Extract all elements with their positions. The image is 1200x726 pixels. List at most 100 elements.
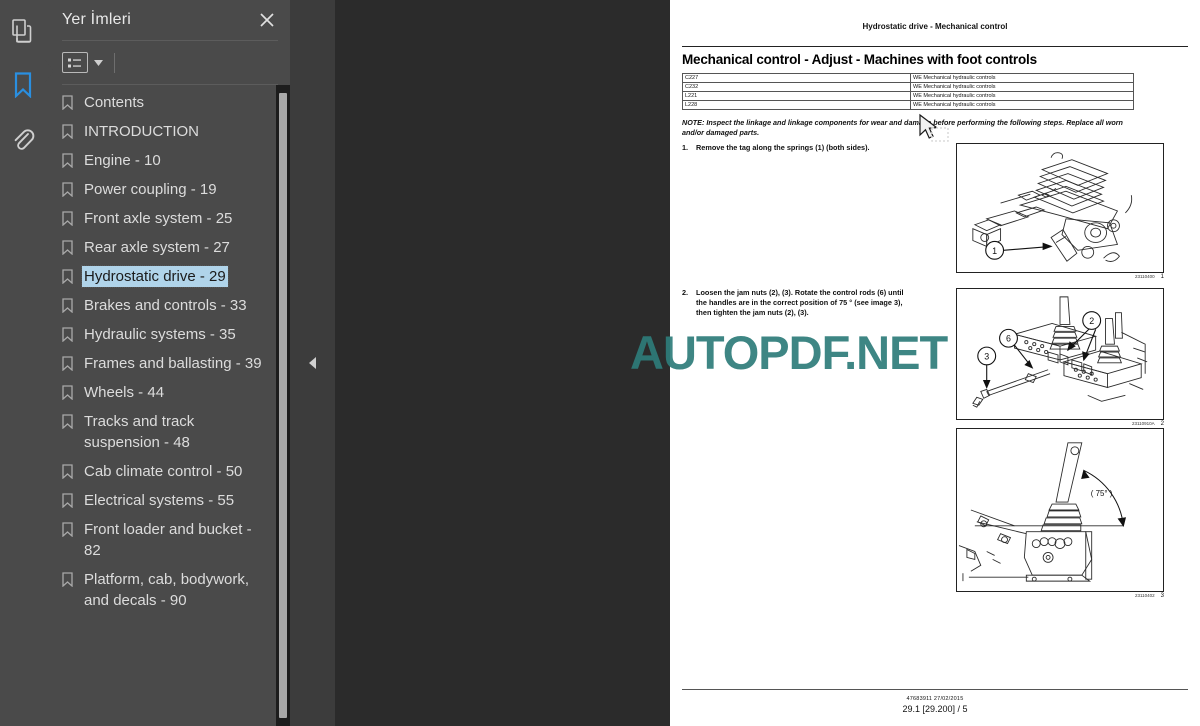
figure-2: 2 6 3 bbox=[956, 288, 1164, 420]
pages-icon[interactable] bbox=[6, 14, 40, 48]
svg-text:1: 1 bbox=[992, 246, 997, 256]
bookmark-item[interactable]: Front axle system - 25 bbox=[62, 204, 284, 233]
bookmark-label: Wheels - 44 bbox=[84, 384, 165, 401]
figure-2-caption: 23110910A 2 bbox=[956, 421, 1164, 427]
sidebar-icon-rail bbox=[0, 0, 54, 726]
bookmark-label: Front axle system - 25 bbox=[84, 210, 233, 227]
description-cell: WE Mechanical hydraulic controls bbox=[910, 100, 1134, 110]
footer-page-ref: 29.1 [29.200] / 5 bbox=[902, 704, 968, 714]
bookmark-icon[interactable] bbox=[6, 68, 40, 102]
pdf-page: Hydrostatic drive - Mechanical control M… bbox=[670, 0, 1200, 726]
figure-2-code: 23110910A bbox=[1131, 421, 1155, 426]
bookmark-item[interactable]: INTRODUCTION bbox=[62, 117, 284, 146]
page-footer: 47683911 27/02/2015 29.1 [29.200] / 5 bbox=[670, 696, 1200, 714]
bookmark-label: INTRODUCTION bbox=[84, 123, 199, 140]
pdf-reader-window: Yer İmleri Contents INTRODUCTION Engine … bbox=[0, 0, 1200, 726]
step-1-text: Remove the tag along the springs (1) (bo… bbox=[696, 143, 870, 152]
table-row: L221 WE Mechanical hydraulic controls bbox=[682, 91, 1134, 101]
figure-1: 1 bbox=[956, 143, 1164, 273]
list-options-icon[interactable] bbox=[62, 52, 88, 73]
bookmark-label: Frames and ballasting - 39 bbox=[84, 355, 262, 372]
bookmark-label: Cab climate control - 50 bbox=[84, 463, 243, 480]
bookmark-label: Hydrostatic drive - 29 bbox=[81, 265, 229, 288]
bookmarks-scroll-area[interactable]: Contents INTRODUCTION Engine - 10 Power cou… bbox=[45, 85, 290, 726]
bookmark-label: Front loader and bucket - 82 bbox=[84, 521, 252, 559]
bookmark-item[interactable]: Brakes and controls - 33 bbox=[62, 291, 284, 320]
bookmark-item[interactable]: Hydrostatic drive - 29 bbox=[62, 262, 284, 291]
svg-text:2: 2 bbox=[1089, 316, 1094, 326]
panel-title: Yer İmleri bbox=[62, 11, 131, 28]
figure-3-caption: 23110402 3 bbox=[956, 593, 1164, 599]
bookmark-icon bbox=[62, 266, 84, 284]
heading-rule bbox=[682, 46, 1188, 47]
active-panel-notch bbox=[45, 60, 54, 82]
bookmark-label: Contents bbox=[84, 94, 145, 111]
bookmark-item[interactable]: Platform, cab, bodywork, and decals - 90 bbox=[62, 565, 284, 615]
footer-doc-id: 47683911 27/02/2015 bbox=[906, 696, 964, 702]
table-row: C227 WE Mechanical hydraulic controls bbox=[682, 73, 1134, 83]
bookmarks-toolbar bbox=[45, 41, 290, 84]
figure-1-code: 23110400 bbox=[1134, 274, 1155, 279]
step-2-number: 2. bbox=[682, 288, 689, 297]
document-content: Hydrostatic drive - Mechanical control M… bbox=[670, 0, 1200, 726]
bookmark-item[interactable]: Tracks and track suspension - 48 bbox=[62, 407, 284, 457]
description-cell: WE Mechanical hydraulic controls bbox=[910, 73, 1134, 83]
bookmarks-panel-header: Yer İmleri bbox=[45, 0, 290, 40]
bookmark-icon bbox=[62, 461, 84, 479]
bookmark-icon bbox=[62, 324, 84, 342]
bookmark-icon bbox=[62, 295, 84, 313]
chevron-left-icon bbox=[309, 357, 316, 369]
collapse-sidebar-button[interactable] bbox=[290, 0, 335, 726]
note-text: NOTE: Inspect the linkage and linkage co… bbox=[682, 118, 1123, 137]
bookmark-item[interactable]: Frames and ballasting - 39 bbox=[62, 349, 284, 378]
bookmark-label: Power coupling - 19 bbox=[84, 181, 217, 198]
close-icon[interactable] bbox=[256, 9, 278, 31]
attachment-icon[interactable] bbox=[6, 122, 40, 156]
step-1: 1. Remove the tag along the springs (1) … bbox=[682, 143, 914, 153]
models-table: C227 WE Mechanical hydraulic controls C232… bbox=[682, 73, 1134, 110]
step-1-number: 1. bbox=[682, 143, 689, 152]
bookmarks-scrollbar[interactable] bbox=[276, 85, 290, 726]
pdf-viewer[interactable]: Hydrostatic drive - Mechanical control M… bbox=[335, 0, 1200, 726]
description-cell: WE Mechanical hydraulic controls bbox=[910, 82, 1134, 92]
description-cell: WE Mechanical hydraulic controls bbox=[910, 91, 1134, 101]
bookmark-item[interactable]: Wheels - 44 bbox=[62, 378, 284, 407]
bookmark-item[interactable]: Electrical systems - 55 bbox=[62, 486, 284, 515]
model-cell: L228 bbox=[682, 100, 911, 110]
figure-3: ( 75° ) bbox=[956, 428, 1164, 592]
bookmark-label: Hydraulic systems - 35 bbox=[84, 326, 236, 343]
figure-2-index: 2 bbox=[1160, 421, 1164, 427]
bookmark-label: Electrical systems - 55 bbox=[84, 492, 235, 509]
step-2: 2. Loosen the jam nuts (2), (3). Rotate … bbox=[682, 288, 914, 318]
bookmarks-list: Contents INTRODUCTION Engine - 10 Power cou… bbox=[62, 85, 284, 615]
bookmark-item[interactable]: Cab climate control - 50 bbox=[62, 457, 284, 486]
bookmark-label: Rear axle system - 27 bbox=[84, 239, 230, 256]
bookmark-item[interactable]: Hydraulic systems - 35 bbox=[62, 320, 284, 349]
scrollbar-thumb[interactable] bbox=[279, 93, 287, 718]
figure-3-index: 3 bbox=[1160, 593, 1164, 599]
bookmark-icon bbox=[62, 411, 84, 429]
model-cell: L221 bbox=[682, 91, 911, 101]
bookmark-item[interactable]: Contents bbox=[62, 88, 284, 117]
svg-text:3: 3 bbox=[984, 351, 989, 361]
bookmark-label: Brakes and controls - 33 bbox=[84, 297, 247, 314]
bookmark-icon bbox=[62, 179, 84, 197]
footer-rule bbox=[682, 689, 1188, 690]
bookmark-icon bbox=[62, 382, 84, 400]
toolbar-divider bbox=[114, 52, 115, 73]
bookmark-item[interactable]: Rear axle system - 27 bbox=[62, 233, 284, 262]
table-row: C232 WE Mechanical hydraulic controls bbox=[682, 82, 1134, 92]
figure-3-code: 23110402 bbox=[1134, 593, 1155, 598]
table-row: L228 WE Mechanical hydraulic controls bbox=[682, 100, 1134, 110]
bookmark-icon bbox=[62, 208, 84, 226]
bookmark-icon bbox=[62, 490, 84, 508]
bookmark-icon bbox=[62, 150, 84, 168]
bookmark-label: Engine - 10 bbox=[84, 152, 161, 169]
chevron-down-icon[interactable] bbox=[90, 53, 106, 73]
model-cell: C227 bbox=[682, 73, 911, 83]
bookmark-item[interactable]: Engine - 10 bbox=[62, 146, 284, 175]
bookmark-item[interactable]: Power coupling - 19 bbox=[62, 175, 284, 204]
model-cell: C232 bbox=[682, 82, 911, 92]
bookmark-item[interactable]: Front loader and bucket - 82 bbox=[62, 515, 284, 565]
step-2-text: Loosen the jam nuts (2), (3). Rotate the… bbox=[696, 288, 904, 317]
